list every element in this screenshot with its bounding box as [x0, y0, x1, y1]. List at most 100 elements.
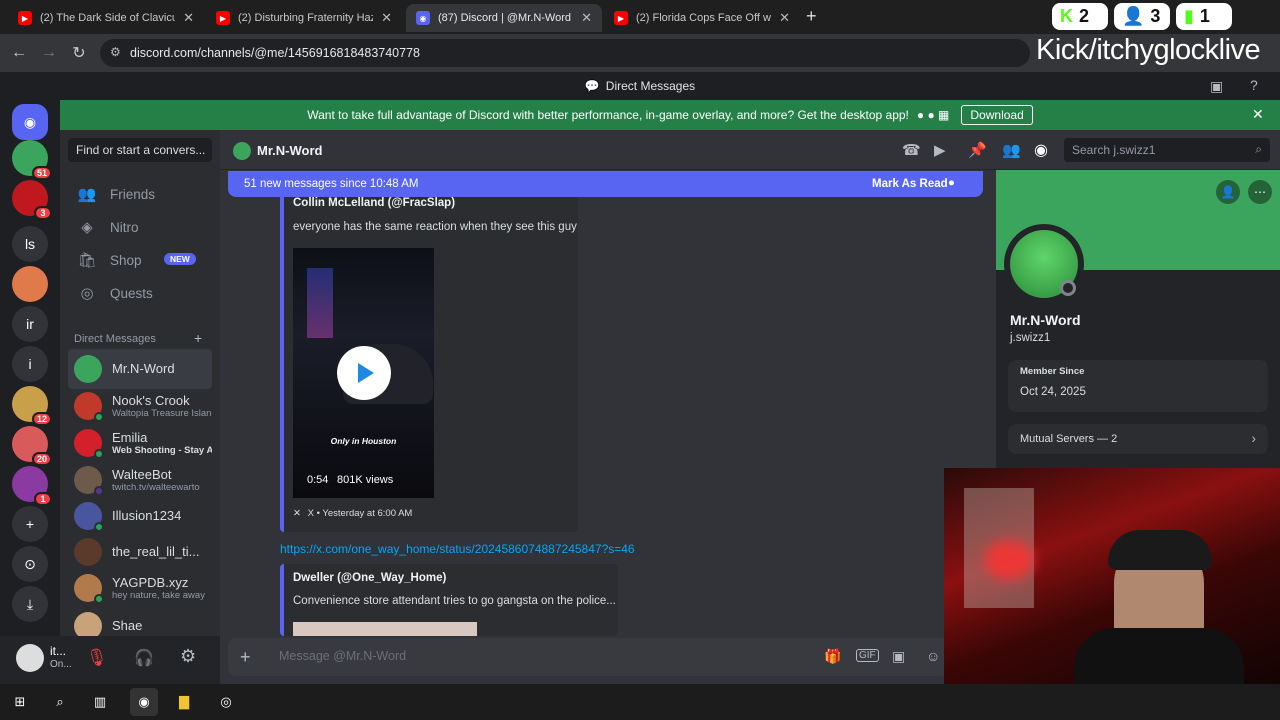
member-since-card: Member Since Oct 24, 2025 [1008, 360, 1268, 412]
message-input[interactable]: Message @Mr.N-Word [279, 649, 406, 663]
message-link[interactable]: https://x.com/one_way_home/status/202458… [280, 542, 635, 556]
find-conversation-input[interactable]: Find or start a convers... [68, 138, 212, 162]
mutual-servers-label: Mutual Servers — 2 [1020, 433, 1118, 445]
banner-text: Want to take full advantage of Discord w… [307, 108, 909, 122]
video-thumbnail[interactable]: Only in Houston 0:54 801K views [293, 248, 434, 498]
nav-shop[interactable]: 🛍 Shop NEW [68, 244, 212, 276]
sticker-icon[interactable]: ▣ [892, 648, 905, 665]
help-icon[interactable]: ? [1250, 77, 1258, 93]
new-messages-bar[interactable]: 51 new messages since 10:48 AM Mark As R… [228, 171, 983, 197]
member-since-label: Member Since [1020, 366, 1085, 377]
dm-item[interactable]: Illusion1234 [68, 496, 212, 536]
gif-icon[interactable]: GIF [856, 649, 879, 662]
add-server-icon[interactable]: + [12, 506, 48, 542]
browser-tab[interactable]: ▶ (2) Disturbing Fraternity Hazing ✕ [206, 4, 402, 32]
dm-item[interactable]: WalteeBot twitch.tv/walteewarto [68, 460, 212, 500]
dm-header: Direct Messages [74, 333, 156, 345]
emoji-icon[interactable]: ☺ [926, 648, 940, 664]
nav-friends[interactable]: 👥 Friends [68, 178, 212, 210]
download-apps-icon[interactable]: ⤓ [12, 586, 48, 622]
message-composer[interactable]: + Message @Mr.N-Word 🎁 GIF ▣ ☺ [228, 638, 948, 676]
kick-icon: K [1060, 6, 1073, 26]
voice-call-icon[interactable]: ☎ [902, 141, 921, 159]
close-tab-icon[interactable]: ✕ [779, 10, 790, 26]
search-input[interactable]: Search j.swizz1 ⌕ [1064, 138, 1270, 162]
user-profile-icon[interactable]: ◉ [1034, 140, 1048, 160]
site-info-icon[interactable]: ⚙ [110, 45, 121, 59]
viewers-counter: 👤 3 [1114, 3, 1170, 30]
settings-gear-icon[interactable]: ⚙ [180, 646, 196, 667]
play-button[interactable] [337, 346, 391, 400]
search-icon[interactable]: ⌕ [46, 688, 74, 716]
server-icon[interactable]: ir [12, 306, 48, 342]
back-arrow-icon[interactable]: ← [8, 42, 30, 64]
nav-nitro[interactable]: ◈ Nitro [68, 211, 212, 243]
mark-as-read-button[interactable]: Mark As Read [872, 178, 948, 190]
dm-item[interactable]: Shae [68, 606, 212, 636]
url-field[interactable]: ⚙ discord.com/channels/@me/1456916818483… [100, 39, 1030, 67]
download-banner: Want to take full advantage of Discord w… [60, 100, 1280, 130]
gift-icon[interactable]: 🎁 [824, 648, 841, 665]
new-tab-button[interactable]: + [806, 6, 817, 27]
reload-icon[interactable]: ↻ [68, 42, 90, 64]
tab-title: (2) Disturbing Fraternity Hazing [238, 12, 373, 24]
task-view-icon[interactable]: ▥ [86, 688, 114, 716]
server-icon[interactable]: 3 [12, 180, 52, 220]
dm-sidebar: Find or start a convers... 👥 Friends ◈ Nit… [60, 130, 220, 636]
server-icon[interactable] [12, 266, 48, 302]
more-options-icon[interactable]: ⋯ [1248, 180, 1272, 204]
download-button[interactable]: Download [961, 105, 1033, 125]
kick-counter: K 2 [1052, 3, 1108, 30]
tab-title: (87) Discord | @Mr.N-Word [438, 12, 572, 24]
mute-mic-icon[interactable]: 🎙 [86, 648, 108, 668]
inbox-icon[interactable]: ▣ [1210, 78, 1223, 95]
viewers-icon: 👤 [1122, 6, 1145, 26]
profile-username: j.swizz1 [1010, 332, 1051, 344]
discover-icon[interactable]: ⊙ [12, 546, 48, 582]
forward-arrow-icon[interactable]: → [38, 42, 60, 64]
search-icon: ⌕ [1255, 142, 1262, 156]
dm-item[interactable]: Nook's Crook Waltopia Treasure Islan [68, 386, 212, 426]
browser-tab-active[interactable]: ◉ (87) Discord | @Mr.N-Word ✕ [406, 4, 602, 32]
pinned-messages-icon[interactable]: 📌 [968, 141, 987, 159]
close-tab-icon[interactable]: ✕ [581, 10, 592, 26]
server-icon[interactable]: 1 [12, 466, 52, 506]
avatar[interactable] [16, 644, 44, 672]
friends-icon: 👥 [77, 186, 97, 203]
avatar [74, 502, 104, 532]
add-friend-icon[interactable]: 👤 [1216, 180, 1240, 204]
mutual-servers-row[interactable]: Mutual Servers — 2 › [1008, 424, 1268, 454]
video-thumbnail[interactable] [293, 622, 477, 636]
dm-item[interactable]: the_real_lil_ti... [68, 532, 212, 572]
discord-home-icon[interactable]: ◉ [12, 104, 48, 140]
headphones-icon[interactable]: 🎧 [134, 648, 154, 668]
video-call-icon[interactable]: ▶ [934, 141, 946, 159]
nav-quests[interactable]: ◎ Quests [68, 277, 212, 309]
browser-tab[interactable]: ▶ (2) The Dark Side of Clavicular ✕ [8, 4, 204, 32]
dm-item[interactable]: Emilia Web Shooting - Stay A [68, 423, 212, 463]
create-dm-icon[interactable]: + [194, 330, 202, 346]
embed-author[interactable]: Collin McLelland (@FracSlap) [293, 197, 455, 209]
dm-item[interactable]: Mr.N-Word [68, 349, 212, 389]
embed-footer: ✕ X • Yesterday at 6:00 AM [293, 508, 413, 519]
chart-counter: ▮ 1 [1176, 3, 1232, 30]
close-tab-icon[interactable]: ✕ [381, 10, 392, 26]
server-icon[interactable]: 12 [12, 386, 52, 426]
server-icon[interactable]: i [12, 346, 48, 382]
file-explorer-icon[interactable]: ▇ [170, 688, 198, 716]
embed-author[interactable]: Dweller (@One_Way_Home) [293, 572, 446, 584]
obs-icon[interactable]: ◎ [212, 688, 240, 716]
server-icon[interactable]: ls [12, 226, 48, 262]
windows-start-icon[interactable]: ⊞ [6, 688, 34, 716]
close-tab-icon[interactable]: ✕ [183, 10, 194, 26]
close-banner-icon[interactable]: ✕ [1252, 106, 1264, 123]
dm-item[interactable]: YAGPDB.xyz hey nature, take away [68, 568, 212, 608]
chrome-icon[interactable]: ◉ [130, 688, 158, 716]
attach-plus-icon[interactable]: + [240, 647, 251, 668]
red-light [984, 540, 1034, 580]
browser-tab[interactable]: ▶ (2) Florida Cops Face Off with F ✕ [604, 4, 800, 32]
server-icon[interactable]: 20 [12, 426, 52, 466]
server-icon[interactable]: 51 [12, 140, 52, 180]
tab-title: (2) Florida Cops Face Off with F [636, 12, 771, 24]
add-friends-icon[interactable]: 👥 [1002, 141, 1021, 159]
